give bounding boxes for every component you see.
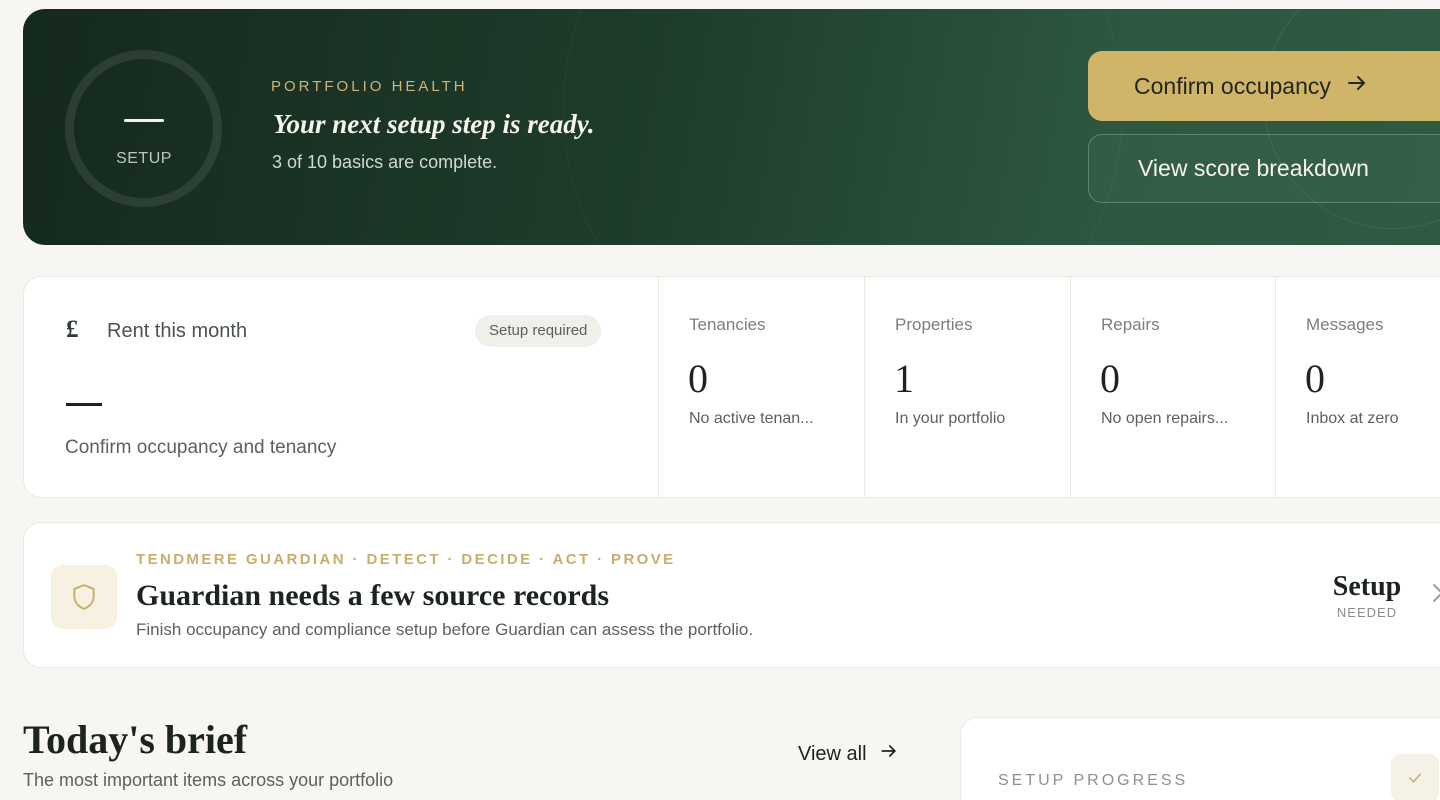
hero-subtitle: 3 of 10 basics are complete. — [272, 152, 498, 172]
guardian-title: Guardian needs a few source records — [136, 579, 610, 612]
guardian-status: Setup NEEDED — [1314, 571, 1420, 620]
health-score-value — [124, 119, 164, 122]
hero-eyebrow: PORTFOLIO HEALTH — [271, 78, 468, 95]
metric-properties[interactable]: Properties 1 In your portfolio — [864, 277, 1070, 497]
check-icon — [1391, 754, 1439, 800]
metric-subtitle: Inbox at zero — [1306, 410, 1399, 427]
todays-brief-title: Today's brief — [23, 717, 248, 762]
health-score-label: SETUP — [116, 150, 172, 167]
guardian-card[interactable]: TENDMERE GUARDIAN · DETECT · DECIDE · AC… — [23, 522, 1440, 668]
metric-value: 0 — [1100, 356, 1120, 401]
arrow-right-icon — [879, 741, 899, 767]
arrow-right-icon — [1345, 71, 1369, 101]
metric-label: Properties — [895, 315, 973, 334]
setup-required-badge: Setup required — [475, 315, 602, 347]
view-score-breakdown-button[interactable]: View score breakdown — [1088, 134, 1440, 203]
confirm-occupancy-label: Confirm occupancy — [1134, 72, 1331, 99]
guardian-status-sub: NEEDED — [1336, 605, 1398, 620]
metric-label: Repairs — [1101, 315, 1160, 334]
todays-brief-subtitle: The most important items across your por… — [23, 770, 394, 790]
metric-value: 0 — [688, 356, 708, 401]
guardian-subtitle: Finish occupancy and compliance setup be… — [136, 620, 754, 639]
rent-label: Rent this month — [107, 320, 248, 342]
portfolio-stats-card: £ Rent this month Setup required Confirm… — [23, 276, 1440, 498]
metric-messages[interactable]: Messages 0 Inbox at zero — [1275, 277, 1440, 497]
health-score-ring — [65, 50, 222, 207]
hero-title: Your next setup step is ready. — [273, 109, 595, 139]
rent-value — [66, 403, 102, 406]
metric-label: Messages — [1306, 315, 1384, 334]
guardian-eyebrow: TENDMERE GUARDIAN · DETECT · DECIDE · AC… — [136, 551, 676, 568]
decorative-ring — [563, 9, 1123, 245]
pound-icon: £ — [66, 316, 79, 343]
setup-progress-eyebrow: SETUP PROGRESS — [998, 772, 1189, 789]
chevron-right-icon[interactable] — [1431, 581, 1440, 612]
view-score-breakdown-label: View score breakdown — [1138, 155, 1369, 181]
guardian-status-main: Setup — [1332, 571, 1402, 602]
setup-progress-card: SETUP PROGRESS — [960, 717, 1440, 800]
rent-this-month-panel[interactable]: £ Rent this month Setup required Confirm… — [24, 277, 658, 497]
shield-icon — [51, 565, 117, 629]
metric-subtitle: In your portfolio — [895, 410, 1006, 427]
metric-value: 1 — [894, 356, 914, 401]
portfolio-health-banner: SETUP PORTFOLIO HEALTH Your next setup s… — [23, 9, 1440, 245]
metric-tenancies[interactable]: Tenancies 0 No active tenan... — [658, 277, 864, 497]
metric-subtitle: No active tenan... — [689, 410, 814, 427]
metric-label: Tenancies — [689, 315, 766, 334]
metric-subtitle: No open repairs... — [1101, 410, 1229, 427]
rent-subtitle: Confirm occupancy and tenancy — [65, 437, 337, 458]
metric-repairs[interactable]: Repairs 0 No open repairs... — [1070, 277, 1276, 497]
view-all-link[interactable]: View all — [798, 741, 899, 767]
metric-value: 0 — [1305, 356, 1325, 401]
view-all-label: View all — [798, 742, 867, 765]
confirm-occupancy-button[interactable]: Confirm occupancy — [1088, 51, 1440, 121]
